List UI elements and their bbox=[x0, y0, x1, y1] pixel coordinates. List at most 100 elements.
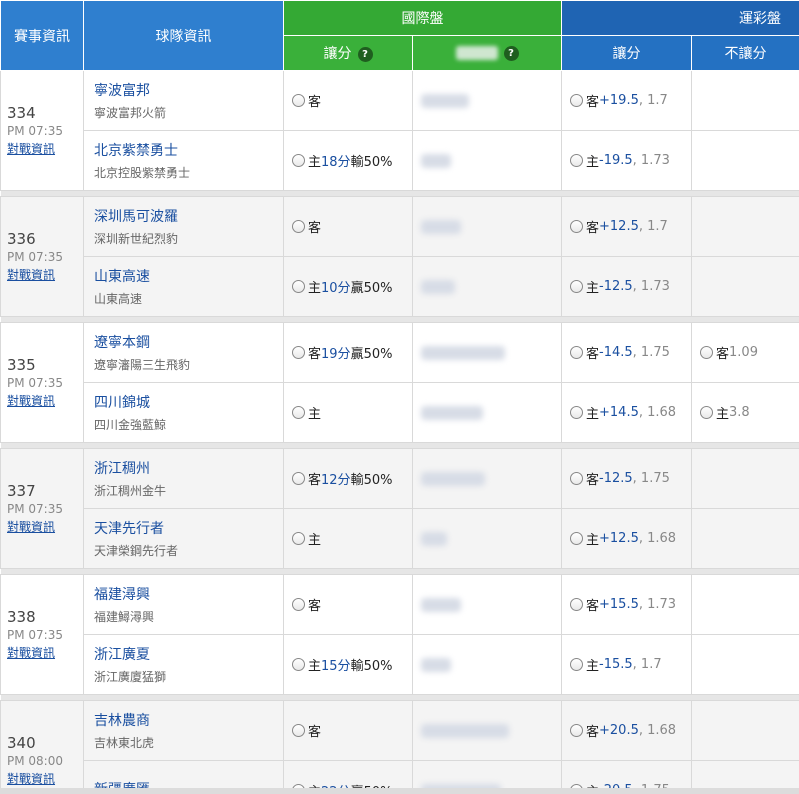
lottery-odds: 1.73 bbox=[640, 153, 670, 168]
intl-line: 10分 bbox=[321, 281, 351, 296]
matchup-link[interactable]: 對戰資訊 bbox=[7, 392, 55, 409]
intl-handicap-cell: 客19分贏50% bbox=[283, 322, 413, 383]
intl-handicap-cell: 客 bbox=[283, 196, 413, 257]
team-name[interactable]: 深圳馬可波羅 bbox=[94, 206, 283, 226]
lottery-handicap-radio[interactable] bbox=[570, 346, 583, 359]
lottery-line: +20.5 bbox=[599, 723, 639, 738]
intl-handicap-radio[interactable] bbox=[292, 472, 305, 485]
lottery-handicap-radio[interactable] bbox=[570, 724, 583, 737]
blurred-value bbox=[421, 657, 451, 672]
blurred-value bbox=[421, 93, 469, 108]
help-icon[interactable]: ? bbox=[357, 46, 373, 62]
lottery-side: 客 bbox=[586, 473, 600, 488]
intl-handicap-cell: 主15分輸50% bbox=[283, 634, 413, 695]
lottery-handicap-radio[interactable] bbox=[570, 154, 583, 167]
team-fullname: 山東高速 bbox=[94, 292, 143, 306]
intl-result: 輸50% bbox=[350, 155, 393, 170]
lottery-handicap-radio[interactable] bbox=[570, 220, 583, 233]
team-name[interactable]: 吉林農商 bbox=[94, 710, 283, 730]
team-name[interactable]: 福建潯興 bbox=[94, 584, 283, 604]
intl-blurred-cell bbox=[412, 196, 562, 257]
team-name[interactable]: 北京紫禁勇士 bbox=[94, 140, 283, 160]
intl-handicap-cell: 客 bbox=[283, 700, 413, 761]
no-handicap-radio[interactable] bbox=[700, 346, 713, 359]
no-handicap-cell: 客1.09 bbox=[691, 322, 799, 383]
lottery-sep: , bbox=[638, 219, 648, 234]
matchup-link[interactable]: 對戰資訊 bbox=[7, 140, 55, 157]
intl-handicap-cell: 客 bbox=[283, 574, 413, 635]
lottery-handicap-radio[interactable] bbox=[570, 658, 583, 671]
match-info-cell: 338 PM 07:35 對戰資訊 bbox=[0, 574, 84, 695]
matchup-link[interactable]: 對戰資訊 bbox=[7, 644, 55, 661]
no-handicap-cell bbox=[691, 634, 799, 695]
intl-side: 客 bbox=[308, 473, 322, 488]
team-fullname: 寧波富邦火箭 bbox=[94, 106, 167, 120]
intl-handicap-radio[interactable] bbox=[292, 94, 305, 107]
intl-handicap-radio[interactable] bbox=[292, 724, 305, 737]
no-handicap-radio[interactable] bbox=[700, 406, 713, 419]
lottery-handicap-radio[interactable] bbox=[570, 472, 583, 485]
intl-handicap-radio[interactable] bbox=[292, 280, 305, 293]
team-name[interactable]: 四川錦城 bbox=[94, 392, 283, 412]
intl-result: 贏50% bbox=[350, 281, 393, 296]
match-info-cell: 340 PM 08:00 對戰資訊 bbox=[0, 700, 84, 794]
lottery-handicap-cell: 客+20.5, 1.68 bbox=[561, 700, 692, 761]
lottery-line: -19.5 bbox=[599, 153, 633, 168]
lottery-odds: 1.73 bbox=[647, 597, 677, 612]
lottery-handicap-radio[interactable] bbox=[570, 532, 583, 545]
lottery-handicap-cell: 主-19.5, 1.73 bbox=[561, 130, 692, 191]
team-cell: 四川錦城 四川金強藍鯨 bbox=[83, 382, 284, 443]
team-cell: 天津先行者 天津榮鋼先行者 bbox=[83, 508, 284, 569]
intl-side: 客 bbox=[308, 347, 322, 362]
odds-table: 賽事資訊 球隊資訊 國際盤 運彩盤 讓分? ? 讓分 不讓分 334 PM 07… bbox=[0, 0, 799, 794]
team-name[interactable]: 遼寧本鋼 bbox=[94, 332, 283, 352]
lottery-odds: 1.68 bbox=[647, 405, 677, 420]
no-handicap-side: 主 bbox=[716, 407, 730, 422]
lottery-odds: 1.75 bbox=[640, 345, 670, 360]
team-name[interactable]: 天津先行者 bbox=[94, 518, 283, 538]
intl-handicap-radio[interactable] bbox=[292, 658, 305, 671]
intl-blurred-cell bbox=[412, 130, 562, 191]
lottery-handicap-radio[interactable] bbox=[570, 598, 583, 611]
team-fullname: 北京控股紫禁勇士 bbox=[94, 166, 191, 180]
lottery-sep: , bbox=[638, 597, 648, 612]
intl-handicap-cell: 客 bbox=[283, 70, 413, 131]
lottery-handicap-radio[interactable] bbox=[570, 406, 583, 419]
intl-handicap-radio[interactable] bbox=[292, 220, 305, 233]
matchup-link[interactable]: 對戰資訊 bbox=[7, 518, 55, 535]
intl-handicap-radio[interactable] bbox=[292, 154, 305, 167]
lottery-sep: , bbox=[632, 153, 641, 168]
intl-handicap-radio[interactable] bbox=[292, 532, 305, 545]
intl-blurred-cell bbox=[412, 574, 562, 635]
match-time: PM 07:35 bbox=[7, 376, 63, 390]
lottery-side: 主 bbox=[586, 281, 600, 296]
header-match-info: 賽事資訊 bbox=[0, 0, 84, 71]
matchup-link[interactable]: 對戰資訊 bbox=[7, 770, 55, 787]
matchup-link[interactable]: 對戰資訊 bbox=[7, 266, 55, 283]
intl-side: 主 bbox=[308, 407, 322, 422]
team-name[interactable]: 浙江稠州 bbox=[94, 458, 283, 478]
intl-handicap-radio[interactable] bbox=[292, 598, 305, 611]
match-info-cell: 337 PM 07:35 對戰資訊 bbox=[0, 448, 84, 569]
lottery-side: 主 bbox=[586, 533, 600, 548]
intl-side: 客 bbox=[308, 725, 322, 740]
help-icon[interactable]: ? bbox=[503, 45, 519, 61]
team-name[interactable]: 山東高速 bbox=[94, 266, 283, 286]
intl-handicap-radio[interactable] bbox=[292, 346, 305, 359]
lottery-handicap-radio[interactable] bbox=[570, 280, 583, 293]
lottery-side: 主 bbox=[586, 659, 600, 674]
intl-blurred-cell bbox=[412, 322, 562, 383]
intl-handicap-cell: 客12分輸50% bbox=[283, 448, 413, 509]
lottery-handicap-cell: 客+12.5, 1.7 bbox=[561, 196, 692, 257]
intl-side: 客 bbox=[308, 221, 322, 236]
lottery-side: 客 bbox=[586, 347, 600, 362]
match-number: 340 bbox=[7, 734, 36, 752]
team-cell: 山東高速 山東高速 bbox=[83, 256, 284, 317]
intl-handicap-radio[interactable] bbox=[292, 406, 305, 419]
lottery-handicap-radio[interactable] bbox=[570, 94, 583, 107]
team-name[interactable]: 寧波富邦 bbox=[94, 80, 283, 100]
intl-blurred-cell bbox=[412, 634, 562, 695]
table-row: 山東高速 山東高速 主10分贏50% 主-12.5, 1.73 bbox=[1, 256, 799, 317]
team-name[interactable]: 浙江廣夏 bbox=[94, 644, 283, 664]
no-handicap-cell bbox=[691, 70, 799, 131]
